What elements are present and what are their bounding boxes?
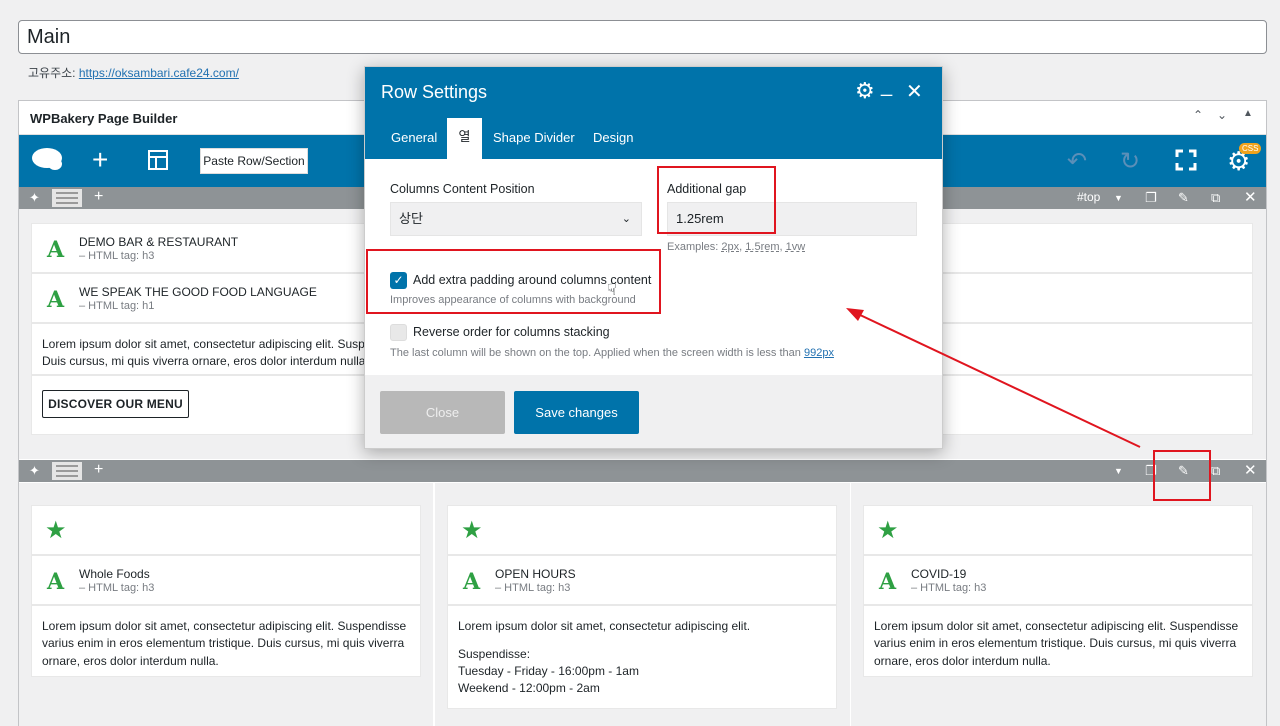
annotation-arrow	[846, 308, 1141, 448]
